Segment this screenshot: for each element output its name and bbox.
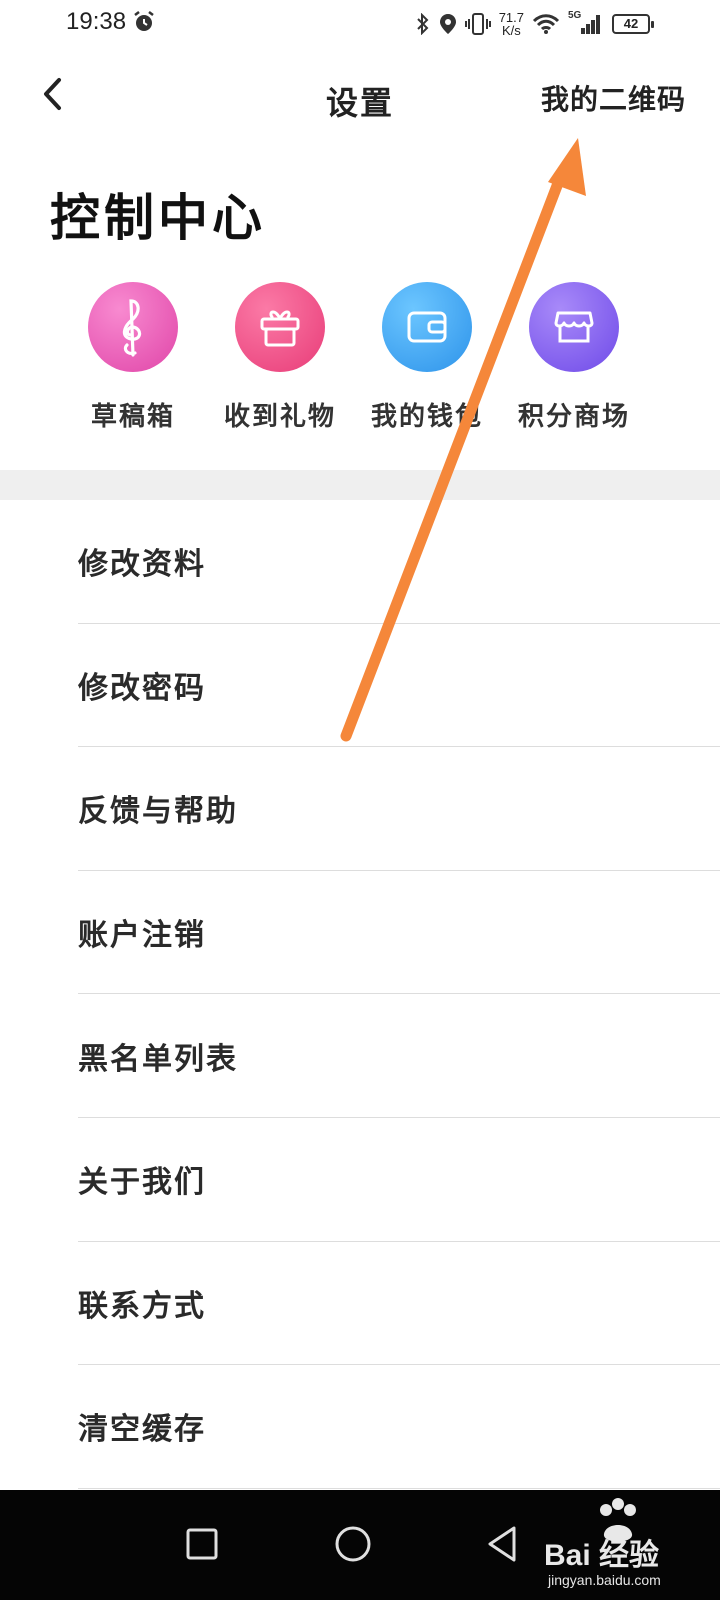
settings-item-label: 修改密码: [78, 670, 206, 706]
vibrate-icon: [464, 13, 491, 35]
signal-indicator: 5G: [568, 10, 604, 36]
settings-item-delete-account[interactable]: 账户注销: [78, 871, 720, 995]
shortcut-drafts[interactable]: 草稿箱: [58, 282, 208, 433]
back-nav-button[interactable]: [470, 1512, 534, 1576]
nav-bar: 设置 我的二维码: [0, 60, 720, 136]
battery-icon: 42: [612, 14, 654, 34]
signal-icon: [581, 15, 600, 34]
alarm-clock-icon: [134, 11, 154, 31]
gift-icon: [260, 310, 300, 347]
settings-list: 修改资料 修改密码 反馈与帮助 账户注销 黑名单列表 关于我们 联系方式 清空缓…: [0, 500, 720, 1489]
baidu-watermark: Bai 经验 jingyan.baidu.com: [540, 1494, 710, 1594]
shortcut-grid: 草稿箱 收到礼物 我的钱包 积分商场: [58, 282, 678, 442]
bluetooth-icon: [416, 13, 429, 35]
annotation-arrow-head: [548, 138, 586, 196]
drafts-icon-circle: [88, 282, 178, 372]
shortcut-label: 草稿箱: [90, 402, 175, 432]
square-icon: [186, 1528, 218, 1560]
settings-item-contact[interactable]: 联系方式: [78, 1242, 720, 1366]
section-divider: [0, 470, 720, 500]
recent-apps-button[interactable]: [170, 1512, 234, 1576]
watermark-url: jingyan.baidu.com: [548, 1572, 661, 1588]
shortcut-label: 积分商场: [517, 402, 630, 432]
network-speed: 71.7 K/s: [498, 10, 524, 38]
shortcut-received-gifts[interactable]: 收到礼物: [205, 282, 355, 433]
status-icons: 71.7 K/s 5G 42: [415, 6, 654, 42]
shortcut-label: 收到礼物: [223, 402, 336, 432]
wallet-icon-circle: [382, 282, 472, 372]
settings-item-feedback-help[interactable]: 反馈与帮助: [78, 747, 720, 871]
settings-item-about-us[interactable]: 关于我们: [78, 1118, 720, 1242]
settings-item-label: 账户注销: [78, 918, 206, 954]
store-icon-circle: [529, 282, 619, 372]
settings-item-label: 黑名单列表: [78, 1041, 238, 1077]
location-icon: [439, 14, 456, 34]
settings-item-clear-cache[interactable]: 清空缓存: [78, 1365, 720, 1489]
settings-item-label: 清空缓存: [78, 1412, 206, 1448]
gifts-icon-circle: [235, 282, 325, 372]
my-qr-code-link[interactable]: 我的二维码: [541, 78, 686, 118]
treble-clef-icon: [122, 299, 142, 357]
status-time: 19:38: [66, 8, 127, 35]
triangle-back-icon: [488, 1526, 516, 1562]
shortcut-label: 我的钱包: [370, 402, 483, 432]
control-center-heading: 控制中心: [50, 188, 266, 247]
status-bar: 19:38 71.7 K/s 5G 42: [0, 0, 720, 48]
settings-item-change-password[interactable]: 修改密码: [78, 624, 720, 748]
home-button[interactable]: [321, 1512, 385, 1576]
settings-item-edit-profile[interactable]: 修改资料: [78, 500, 720, 624]
settings-item-blacklist[interactable]: 黑名单列表: [78, 994, 720, 1118]
wifi-icon: [532, 14, 560, 34]
wallet-icon: [407, 311, 447, 343]
shortcut-my-wallet[interactable]: 我的钱包: [352, 282, 502, 433]
settings-item-label: 修改资料: [78, 547, 206, 583]
shortcut-points-store[interactable]: 积分商场: [499, 282, 649, 433]
watermark-brand: Bai 经验: [544, 1539, 660, 1572]
settings-item-label: 反馈与帮助: [78, 794, 238, 830]
circle-icon: [335, 1526, 371, 1562]
settings-item-label: 关于我们: [78, 1165, 206, 1201]
settings-item-label: 联系方式: [78, 1288, 206, 1324]
store-icon: [554, 311, 594, 343]
